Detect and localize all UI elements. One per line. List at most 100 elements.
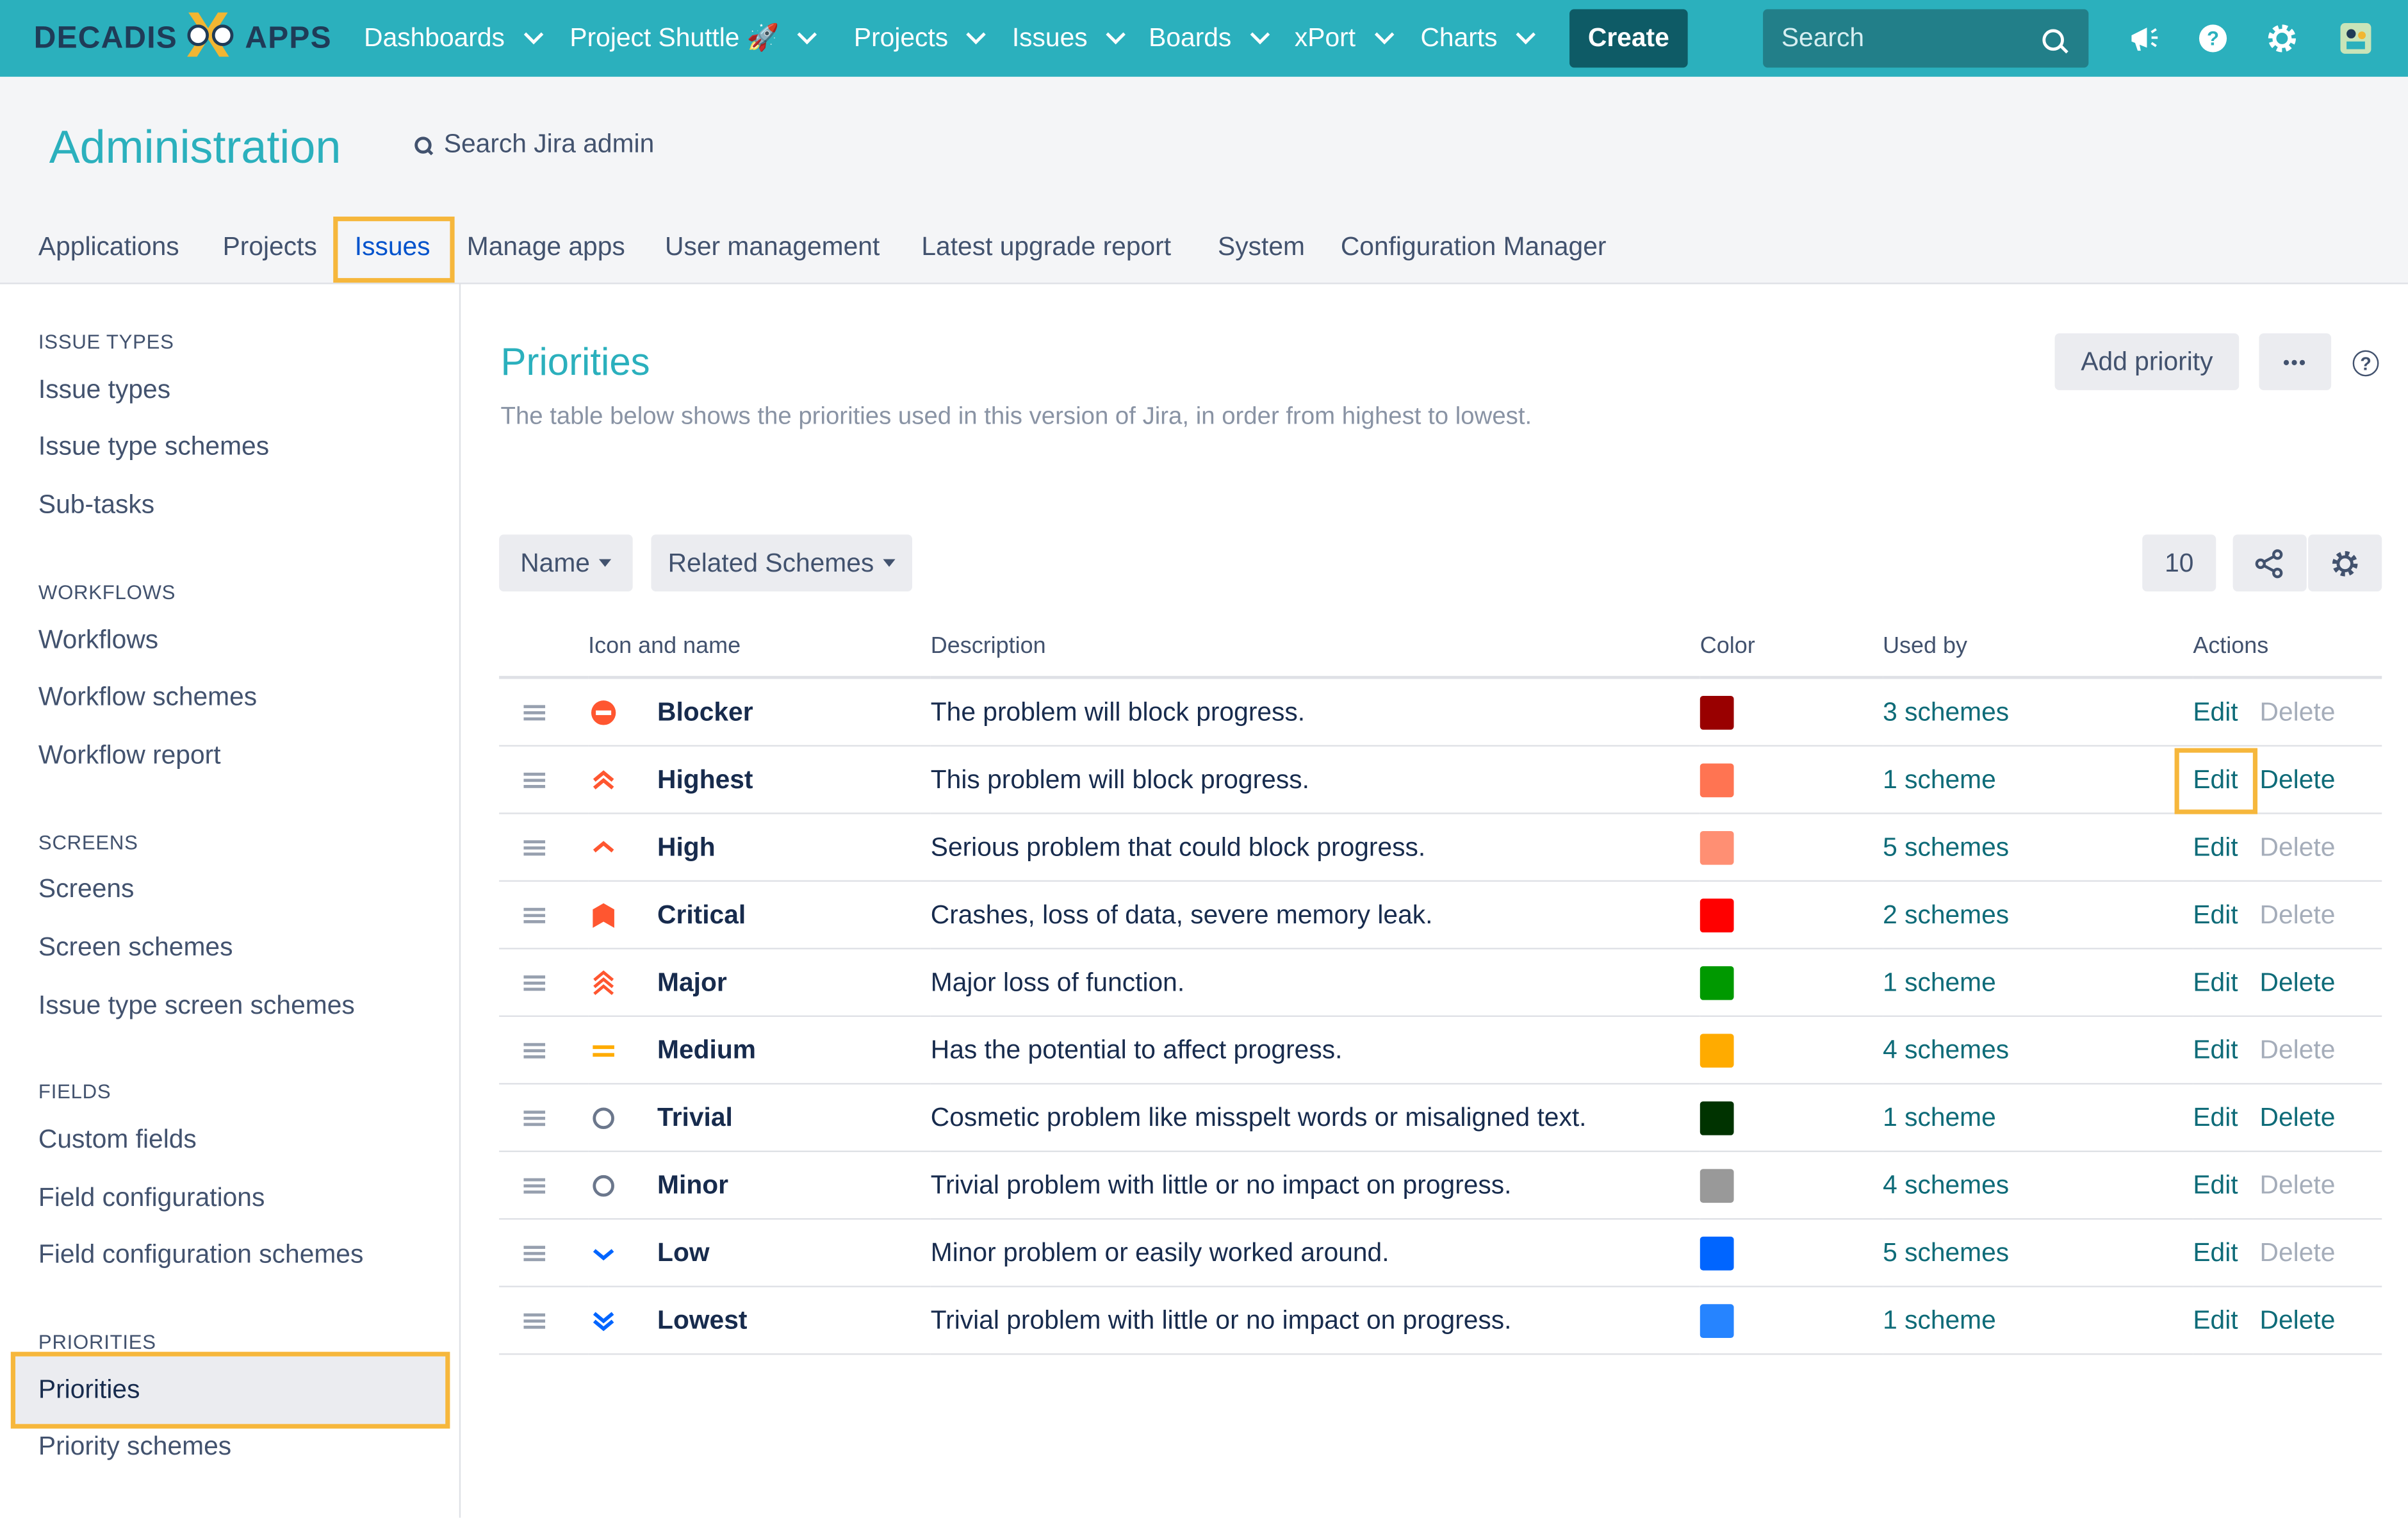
nav-dashboards[interactable]: Dashboards xyxy=(364,0,543,77)
gear-icon xyxy=(2332,550,2358,576)
drag-handle-icon[interactable] xyxy=(523,1245,546,1260)
priority-name: Low xyxy=(657,1237,710,1267)
sidebar-item-issue-type-screen-schemes[interactable]: Issue type screen schemes xyxy=(38,991,355,1021)
delete-link[interactable]: Delete xyxy=(2260,1102,2336,1132)
help-icon[interactable]: ? xyxy=(2352,350,2379,377)
used-by-link[interactable]: 2 schemes xyxy=(1883,900,2009,929)
edit-link[interactable]: Edit xyxy=(2193,967,2238,996)
sidebar-item-issue-types[interactable]: Issue types xyxy=(38,375,170,406)
edit-link[interactable]: Edit xyxy=(2193,900,2238,929)
sidebar-item-workflow-report[interactable]: Workflow report xyxy=(38,740,221,771)
drag-handle-icon[interactable] xyxy=(523,839,546,855)
search-input[interactable]: Search xyxy=(1763,9,2089,68)
sidebar-item-custom-fields[interactable]: Custom fields xyxy=(38,1125,197,1155)
sidebar-item-workflow-schemes[interactable]: Workflow schemes xyxy=(38,682,257,713)
table-settings-button[interactable] xyxy=(2308,534,2382,591)
edit-link[interactable]: Edit xyxy=(2193,1170,2238,1200)
search-icon xyxy=(2042,29,2064,51)
search-icon xyxy=(414,136,432,153)
delete-link[interactable]: Delete xyxy=(2260,764,2336,794)
drag-handle-icon[interactable] xyxy=(523,907,546,923)
help-icon[interactable]: ? xyxy=(2193,19,2232,58)
delete-link: Delete xyxy=(2259,1237,2336,1267)
used-by-link[interactable]: 1 scheme xyxy=(1883,1102,1996,1132)
sidebar-item-field-configuration-schemes[interactable]: Field configuration schemes xyxy=(38,1240,363,1271)
priority-name: Major xyxy=(657,967,727,996)
drag-handle-icon[interactable] xyxy=(523,975,546,991)
more-actions-button[interactable]: ••• xyxy=(2259,333,2332,390)
nav-boards[interactable]: Boards xyxy=(1149,0,1270,77)
tab-projects[interactable]: Projects xyxy=(223,218,317,276)
priority-description: Crashes, loss of data, severe memory lea… xyxy=(930,880,1700,950)
table-header-row: Icon and name Description Color Used by … xyxy=(499,614,2382,679)
megaphone-icon[interactable] xyxy=(2124,19,2163,58)
used-by-link[interactable]: 3 schemes xyxy=(1883,697,2009,726)
tab-user-management[interactable]: User management xyxy=(665,218,880,276)
tab-applications[interactable]: Applications xyxy=(38,218,179,276)
share-button[interactable] xyxy=(2232,534,2307,591)
used-by-link[interactable]: 4 schemes xyxy=(1883,1035,2009,1064)
drag-handle-icon[interactable] xyxy=(523,704,546,720)
nav-xport[interactable]: xPort xyxy=(1295,0,1394,77)
tab-manage-apps[interactable]: Manage apps xyxy=(467,218,625,276)
sidebar-item-screens[interactable]: Screens xyxy=(38,874,135,905)
sidebar-heading-issue-types: ISSUE TYPES xyxy=(38,330,174,354)
edit-link[interactable]: Edit xyxy=(2193,1035,2238,1064)
chevron-down-icon xyxy=(967,24,987,45)
nav-projects[interactable]: Projects xyxy=(854,0,987,77)
edit-link[interactable]: Edit xyxy=(2193,1305,2238,1335)
sidebar-item-sub-tasks[interactable]: Sub-tasks xyxy=(38,490,154,521)
table-row: Major Major loss of function. 1 scheme E… xyxy=(499,948,2382,1018)
name-filter-button[interactable]: Name xyxy=(499,534,633,591)
drag-handle-icon[interactable] xyxy=(523,1042,546,1058)
used-by-link[interactable]: 1 scheme xyxy=(1883,764,1996,794)
table-row: Medium Has the potential to affect progr… xyxy=(499,1016,2382,1085)
settings-icon[interactable] xyxy=(2262,19,2302,58)
priority-name: Critical xyxy=(657,899,746,929)
related-schemes-filter-button[interactable]: Related Schemes xyxy=(651,534,912,591)
avatar[interactable] xyxy=(2336,19,2375,58)
search-jira-admin-link[interactable]: Search Jira admin xyxy=(414,129,654,160)
edit-link[interactable]: Edit xyxy=(2193,697,2238,726)
used-by-link[interactable]: 1 scheme xyxy=(1883,1305,1996,1335)
tab-issues[interactable]: Issues xyxy=(355,218,430,276)
create-button[interactable]: Create xyxy=(1569,9,1688,68)
used-by-link[interactable]: 5 schemes xyxy=(1883,1237,2009,1267)
tab-system[interactable]: System xyxy=(1218,218,1305,276)
search-placeholder: Search xyxy=(1781,22,1865,53)
nav-charts[interactable]: Charts xyxy=(1421,0,1536,77)
delete-link: Delete xyxy=(2259,832,2336,861)
delete-link[interactable]: Delete xyxy=(2260,1305,2336,1335)
delete-link[interactable]: Delete xyxy=(2260,967,2336,996)
drag-handle-icon[interactable] xyxy=(523,1110,546,1126)
nav-issues[interactable]: Issues xyxy=(1012,0,1126,77)
nav-project-shuttle[interactable]: Project Shuttle 🚀 xyxy=(569,0,818,77)
sidebar-item-priority-schemes[interactable]: Priority schemes xyxy=(38,1431,231,1462)
decadis-apps-logo[interactable]: DECADIS X APPS xyxy=(34,3,332,67)
sidebar-item-workflows[interactable]: Workflows xyxy=(38,625,158,656)
sidebar-item-screen-schemes[interactable]: Screen schemes xyxy=(38,932,233,963)
used-by-link[interactable]: 4 schemes xyxy=(1883,1170,2009,1200)
drag-handle-icon[interactable] xyxy=(523,1177,546,1193)
minor-icon xyxy=(593,1174,614,1196)
chevron-down-icon xyxy=(1374,24,1394,45)
used-by-link[interactable]: 1 scheme xyxy=(1883,967,1996,996)
tab-latest-upgrade-report[interactable]: Latest upgrade report xyxy=(921,218,1171,276)
edit-link[interactable]: Edit xyxy=(2193,1102,2238,1132)
sidebar-item-issue-type-schemes[interactable]: Issue type schemes xyxy=(38,432,269,463)
edit-link[interactable]: Edit xyxy=(2193,832,2238,861)
sidebar-item-field-configurations[interactable]: Field configurations xyxy=(38,1183,265,1214)
page-title: Priorities xyxy=(500,341,650,384)
priority-name: Lowest xyxy=(657,1305,748,1335)
drag-handle-icon[interactable] xyxy=(523,1312,546,1328)
drag-handle-icon[interactable] xyxy=(523,771,546,788)
priority-description: Major loss of function. xyxy=(930,948,1700,1018)
priority-name: Highest xyxy=(657,764,753,794)
tab-configuration-manager[interactable]: Configuration Manager xyxy=(1341,218,1607,276)
used-by-link[interactable]: 5 schemes xyxy=(1883,832,2009,861)
edit-link[interactable]: Edit xyxy=(2193,1237,2238,1267)
edit-link[interactable]: Edit xyxy=(2193,764,2238,794)
page-size-select[interactable]: 10 xyxy=(2142,534,2216,591)
add-priority-button[interactable]: Add priority xyxy=(2054,333,2240,390)
sidebar-item-priorities[interactable]: Priorities xyxy=(38,1375,140,1406)
